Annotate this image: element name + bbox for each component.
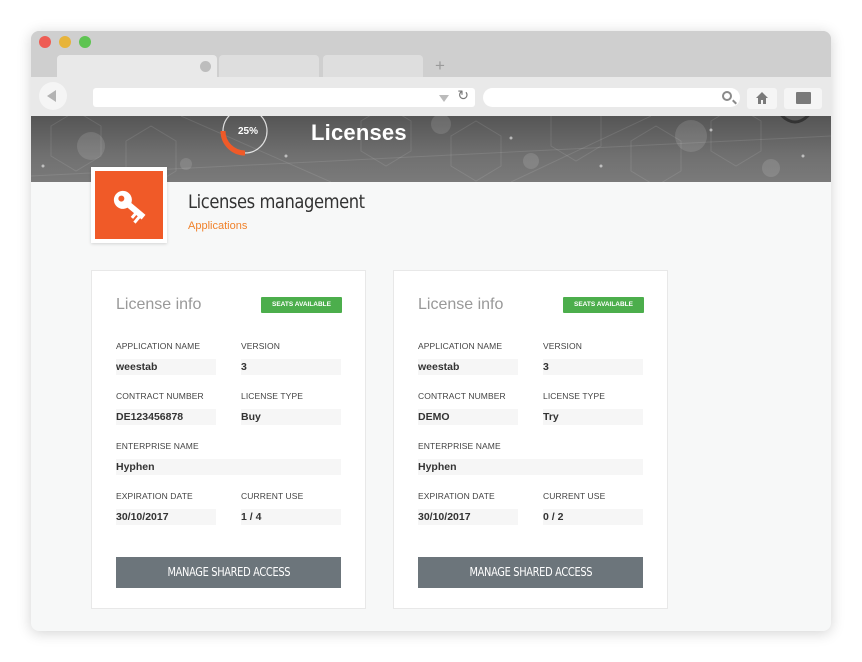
license-type-value: Buy bbox=[241, 409, 341, 425]
enterprise-name-label: ENTERPRISE NAME bbox=[418, 441, 501, 451]
corner-logo bbox=[780, 116, 810, 124]
version-value: 3 bbox=[241, 359, 341, 375]
banner-title: Licenses bbox=[311, 120, 407, 145]
browser-toolbar: ↻ bbox=[31, 77, 831, 116]
home-icon bbox=[756, 92, 768, 104]
license-type-label: LICENSE TYPE bbox=[241, 391, 303, 401]
enterprise-name-label: ENTERPRISE NAME bbox=[116, 441, 199, 451]
breadcrumb-applications[interactable]: Applications bbox=[188, 220, 247, 232]
expiration-date-value: 30/10/2017 bbox=[116, 509, 216, 525]
dropdown-arrow-icon[interactable] bbox=[439, 95, 449, 102]
page-title: Licenses management bbox=[188, 191, 365, 213]
app-tile-background bbox=[95, 171, 163, 239]
browser-tab-3[interactable] bbox=[323, 55, 423, 77]
license-type-value: Try bbox=[543, 409, 643, 425]
current-use-value: 0 / 2 bbox=[543, 509, 643, 525]
version-label: VERSION bbox=[543, 341, 582, 351]
browser-tab-2[interactable] bbox=[219, 55, 319, 77]
browser-window: + ↻ 25% Licenses Licenses management App… bbox=[31, 31, 831, 631]
manage-shared-access-label: MANAGE SHARED ACCESS bbox=[167, 565, 290, 579]
tabs-button[interactable] bbox=[784, 88, 822, 109]
manage-shared-access-button[interactable]: MANAGE SHARED ACCESS bbox=[116, 557, 341, 588]
contract-number-value: DEMO bbox=[418, 409, 518, 425]
version-label: VERSION bbox=[241, 341, 280, 351]
minimize-window-button[interactable] bbox=[59, 36, 71, 48]
manage-shared-access-label: MANAGE SHARED ACCESS bbox=[469, 565, 592, 579]
key-icon bbox=[113, 190, 146, 224]
search-icon[interactable] bbox=[722, 91, 732, 101]
title-bar: + bbox=[31, 31, 831, 77]
progress-ring bbox=[220, 116, 268, 156]
home-button[interactable] bbox=[747, 88, 777, 109]
contract-number-label: CONTRACT NUMBER bbox=[116, 391, 204, 401]
status-badge: SEATS AVAILABLE bbox=[261, 297, 342, 313]
status-badge: SEATS AVAILABLE bbox=[563, 297, 644, 313]
license-card: License info SEATS AVAILABLE APPLICATION… bbox=[393, 270, 668, 609]
search-bar[interactable] bbox=[483, 88, 740, 107]
expiration-date-value: 30/10/2017 bbox=[418, 509, 518, 525]
contract-number-label: CONTRACT NUMBER bbox=[418, 391, 506, 401]
reload-icon[interactable]: ↻ bbox=[457, 87, 469, 104]
card-title: License info bbox=[116, 296, 202, 313]
application-name-label: APPLICATION NAME bbox=[116, 341, 201, 351]
current-use-label: CURRENT USE bbox=[241, 491, 304, 501]
tab-close-icon[interactable] bbox=[200, 61, 211, 72]
version-value: 3 bbox=[543, 359, 643, 375]
application-name-label: APPLICATION NAME bbox=[418, 341, 503, 351]
app-tile bbox=[91, 167, 167, 243]
license-card: License info SEATS AVAILABLE APPLICATION… bbox=[91, 270, 366, 609]
current-use-value: 1 / 4 bbox=[241, 509, 341, 525]
manage-shared-access-button[interactable]: MANAGE SHARED ACCESS bbox=[418, 557, 643, 588]
browser-chrome: + ↻ bbox=[31, 31, 831, 116]
contract-number-value: DE123456878 bbox=[116, 409, 216, 425]
maximize-window-button[interactable] bbox=[79, 36, 91, 48]
back-arrow-icon[interactable] bbox=[39, 82, 67, 110]
application-name-value: weestab bbox=[418, 359, 518, 375]
enterprise-name-value: Hyphen bbox=[418, 459, 643, 475]
expiration-date-label: EXPIRATION DATE bbox=[116, 491, 193, 501]
browser-tab-active[interactable] bbox=[57, 55, 217, 77]
address-bar[interactable]: ↻ bbox=[93, 87, 475, 107]
current-use-label: CURRENT USE bbox=[543, 491, 606, 501]
progress-text: 25% bbox=[237, 126, 258, 137]
card-title: License info bbox=[418, 296, 504, 313]
enterprise-name-value: Hyphen bbox=[116, 459, 341, 475]
license-type-label: LICENSE TYPE bbox=[543, 391, 605, 401]
tabs-icon bbox=[796, 92, 811, 104]
application-name-value: weestab bbox=[116, 359, 216, 375]
close-window-button[interactable] bbox=[39, 36, 51, 48]
expiration-date-label: EXPIRATION DATE bbox=[418, 491, 495, 501]
new-tab-button[interactable]: + bbox=[435, 55, 445, 77]
